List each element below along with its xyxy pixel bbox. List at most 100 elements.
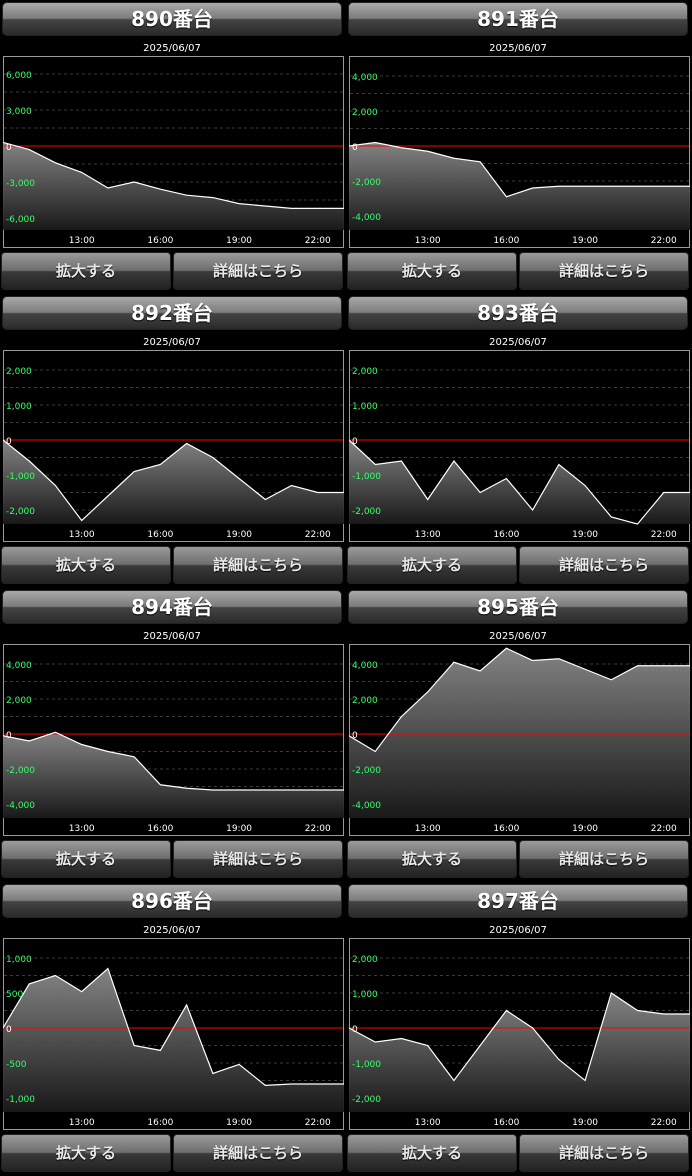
y-tick-label: -2,000	[352, 507, 381, 517]
machine-card: 896番台 2025/06/07 1,000 500 0 -500 -1,000 13:00 1…	[0, 882, 344, 1176]
y-tick-label: 1,000	[6, 402, 32, 412]
zoom-button[interactable]: 拡大する	[347, 840, 517, 878]
x-tick-label: 13:00	[415, 236, 441, 246]
x-tick-label: 22:00	[305, 236, 331, 246]
x-tick-label: 19:00	[226, 1118, 252, 1128]
machine-card: 892番台 2025/06/07 2,000 1,000 0 -1,000 -2,000 13…	[0, 294, 344, 588]
y-tick-label: 3,000	[6, 107, 32, 117]
zoom-button[interactable]: 拡大する	[1, 1134, 171, 1172]
chart-date: 2025/06/07	[143, 337, 201, 348]
machine-title[interactable]: 894番台	[2, 590, 342, 624]
x-tick-label: 19:00	[226, 530, 252, 540]
machine-title[interactable]: 897番台	[348, 884, 688, 918]
y-tick-label: 2,000	[6, 367, 32, 377]
x-tick-label: 13:00	[69, 1118, 95, 1128]
x-tick-label: 22:00	[305, 1118, 331, 1128]
x-tick-label: 19:00	[572, 1118, 598, 1128]
y-tick-label: 4,000	[352, 73, 378, 83]
x-tick-label: 16:00	[493, 1118, 519, 1128]
balance-chart[interactable]: 2,000 1,000 0 -1,000 -2,000 13:00 16:00 19:00 22…	[349, 938, 690, 1130]
y-tick-label: 1,000	[352, 402, 378, 412]
y-tick-label: 2,000	[6, 696, 32, 706]
chart-date: 2025/06/07	[489, 631, 547, 642]
y-tick-label: -3,000	[6, 179, 35, 189]
x-tick-label: 19:00	[572, 236, 598, 246]
y-tick-label: 0	[6, 437, 12, 447]
x-tick-label: 13:00	[415, 824, 441, 834]
y-tick-label: -1,000	[352, 472, 381, 482]
machine-title[interactable]: 895番台	[348, 590, 688, 624]
x-tick-label: 22:00	[651, 530, 677, 540]
y-tick-label: -2,000	[352, 178, 381, 188]
x-tick-label: 16:00	[147, 1118, 173, 1128]
x-tick-label: 16:00	[493, 236, 519, 246]
x-tick-label: 13:00	[415, 530, 441, 540]
x-tick-label: 16:00	[147, 236, 173, 246]
chart-date: 2025/06/07	[489, 43, 547, 54]
machine-title[interactable]: 890番台	[2, 2, 342, 36]
details-button[interactable]: 詳細はこちら	[519, 1134, 689, 1172]
x-tick-label: 19:00	[226, 824, 252, 834]
zoom-button[interactable]: 拡大する	[347, 1134, 517, 1172]
x-tick-label: 19:00	[572, 530, 598, 540]
y-tick-label: 2,000	[352, 696, 378, 706]
x-tick-label: 13:00	[69, 530, 95, 540]
y-tick-label: -4,000	[352, 801, 381, 811]
y-tick-label: 0	[352, 1025, 358, 1035]
y-tick-label: 0	[352, 143, 358, 153]
y-tick-label: -1,000	[6, 1095, 35, 1105]
y-tick-label: -1,000	[352, 1060, 381, 1070]
balance-chart[interactable]: 2,000 1,000 0 -1,000 -2,000 13:00 16:00 19:00 22…	[3, 350, 344, 542]
y-tick-label: 2,000	[352, 108, 378, 118]
y-tick-label: 6,000	[6, 71, 32, 81]
machine-card: 893番台 2025/06/07 2,000 1,000 0 -1,000 -2,000 13…	[346, 294, 690, 588]
y-tick-label: -4,000	[352, 213, 381, 223]
y-tick-label: 0	[6, 143, 12, 153]
machine-title[interactable]: 893番台	[348, 296, 688, 330]
zoom-button[interactable]: 拡大する	[1, 840, 171, 878]
y-tick-label: -2,000	[352, 1095, 381, 1105]
balance-chart[interactable]: 4,000 2,000 0 -2,000 -4,000 13:00 16:00 19:00 22…	[349, 56, 690, 248]
y-tick-label: 2,000	[352, 955, 378, 965]
balance-chart[interactable]: 2,000 1,000 0 -1,000 -2,000 13:00 16:00 19:00 22…	[349, 350, 690, 542]
x-tick-label: 22:00	[651, 1118, 677, 1128]
x-tick-label: 19:00	[226, 236, 252, 246]
machine-card: 890番台 2025/06/07 6,000 3,000 0 -3,000 -6,000 13…	[0, 0, 344, 294]
zoom-button[interactable]: 拡大する	[347, 546, 517, 584]
x-tick-label: 19:00	[572, 824, 598, 834]
zoom-button[interactable]: 拡大する	[1, 252, 171, 290]
machine-card: 897番台 2025/06/07 2,000 1,000 0 -1,000 -2,000 13…	[346, 882, 690, 1176]
y-tick-label: -2,000	[6, 766, 35, 776]
x-tick-label: 13:00	[69, 824, 95, 834]
x-tick-label: 16:00	[147, 530, 173, 540]
details-button[interactable]: 詳細はこちら	[173, 546, 343, 584]
machine-card: 894番台 2025/06/07 4,000 2,000 0 -2,000 -4,000 13…	[0, 588, 344, 882]
details-button[interactable]: 詳細はこちら	[519, 840, 689, 878]
balance-chart[interactable]: 6,000 3,000 0 -3,000 -6,000 13:00 16:00 19:00 22…	[3, 56, 344, 248]
y-tick-label: -2,000	[352, 766, 381, 776]
x-tick-label: 22:00	[651, 236, 677, 246]
details-button[interactable]: 詳細はこちら	[519, 546, 689, 584]
y-tick-label: -4,000	[6, 801, 35, 811]
machine-title[interactable]: 892番台	[2, 296, 342, 330]
zoom-button[interactable]: 拡大する	[347, 252, 517, 290]
details-button[interactable]: 詳細はこちら	[173, 1134, 343, 1172]
chart-date: 2025/06/07	[489, 337, 547, 348]
details-button[interactable]: 詳細はこちら	[173, 840, 343, 878]
y-tick-label: 2,000	[352, 367, 378, 377]
machine-title[interactable]: 891番台	[348, 2, 688, 36]
y-tick-label: 0	[6, 731, 12, 741]
x-tick-label: 22:00	[305, 824, 331, 834]
balance-chart[interactable]: 4,000 2,000 0 -2,000 -4,000 13:00 16:00 19:00 22…	[349, 644, 690, 836]
y-tick-label: -500	[6, 1060, 27, 1070]
machine-card: 895番台 2025/06/07 4,000 2,000 0 -2,000 -4,000 13…	[346, 588, 690, 882]
chart-date: 2025/06/07	[143, 631, 201, 642]
balance-chart[interactable]: 4,000 2,000 0 -2,000 -4,000 13:00 16:00 19:00 22…	[3, 644, 344, 836]
chart-date: 2025/06/07	[143, 925, 201, 936]
balance-chart[interactable]: 1,000 500 0 -500 -1,000 13:00 16:00 19:00 22:00	[3, 938, 344, 1130]
machine-title[interactable]: 896番台	[2, 884, 342, 918]
details-button[interactable]: 詳細はこちら	[519, 252, 689, 290]
x-tick-label: 13:00	[415, 1118, 441, 1128]
zoom-button[interactable]: 拡大する	[1, 546, 171, 584]
details-button[interactable]: 詳細はこちら	[173, 252, 343, 290]
